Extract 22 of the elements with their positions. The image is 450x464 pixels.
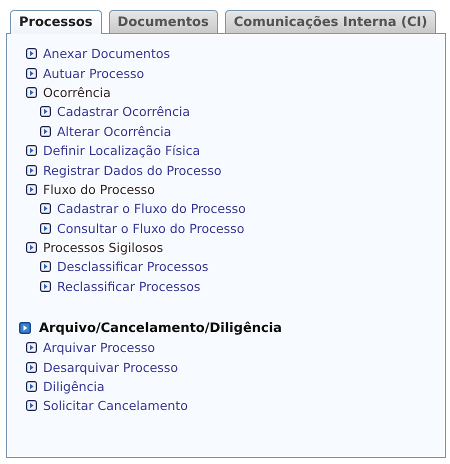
menu-link[interactable]: Autuar Processo: [43, 66, 144, 81]
tab[interactable]: Processos: [10, 10, 102, 34]
menu-link[interactable]: Anexar Documentos: [43, 46, 170, 62]
menu-link[interactable]: Diligência: [43, 379, 105, 394]
menu-link[interactable]: Arquivar Processo: [43, 340, 156, 356]
menu-link[interactable]: Alterar Ocorrência: [57, 124, 172, 139]
menu-group[interactable]: Fluxo do Processo: [43, 182, 155, 197]
tab[interactable]: Documentos: [108, 10, 218, 33]
menu-link[interactable]: Consultar o Fluxo do Processo: [57, 220, 244, 236]
menu-group[interactable]: Processos Sigilosos: [43, 240, 164, 256]
menu-group[interactable]: Ocorrência: [43, 84, 111, 100]
menu-link[interactable]: Registrar Dados do Processo: [43, 162, 222, 178]
menu-link[interactable]: Cadastrar Ocorrência: [57, 104, 190, 120]
menu-link[interactable]: Cadastrar o Fluxo do Processo: [57, 201, 246, 216]
menu-link[interactable]: Desarquivar Processo: [43, 360, 178, 375]
section-title: Arquivo/Cancelamento/Diligência: [39, 320, 282, 336]
arrow-icon: [19, 322, 31, 334]
menu-link[interactable]: Definir Localização Física: [43, 143, 200, 158]
tab[interactable]: Comunicações Interna (CI): [224, 10, 436, 33]
menu-link[interactable]: Solicitar Cancelamento: [43, 398, 188, 414]
menu-link[interactable]: Reclassificar Processos: [57, 278, 200, 294]
menu-link[interactable]: Desclassificar Processos: [57, 259, 208, 274]
